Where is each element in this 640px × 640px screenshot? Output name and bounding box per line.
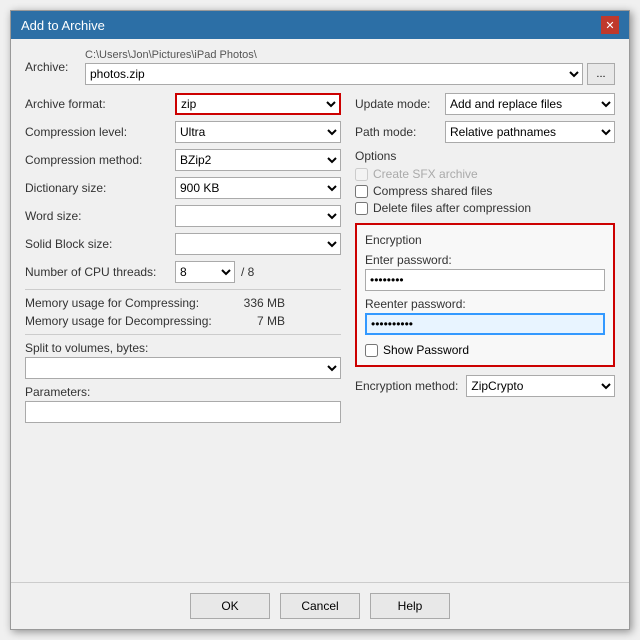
solid-size-row: Solid Block size: [25,233,341,255]
update-mode-select[interactable]: Add and replace files [445,93,615,115]
memory-compress-row: Memory usage for Compressing: 336 MB [25,296,341,310]
compress-shared-checkbox[interactable] [355,185,368,198]
split-row: Split to volumes, bytes: [25,341,341,379]
dict-size-row: Dictionary size: 900 KB [25,177,341,199]
threads-label: Number of CPU threads: [25,265,175,279]
left-panel: Archive format: zip Compression level: U… [25,93,341,423]
add-to-archive-dialog: Add to Archive ✕ Archive: C:\Users\Jon\P… [10,10,630,630]
close-button[interactable]: ✕ [601,16,619,34]
enter-pass-label: Enter password: [365,253,605,267]
reenter-pass-label: Reenter password: [365,297,605,311]
dialog-footer: OK Cancel Help [11,582,629,629]
params-label: Parameters: [25,385,341,399]
main-content: Archive format: zip Compression level: U… [25,93,615,423]
enter-pass-input[interactable] [365,269,605,291]
encryption-title: Encryption [365,233,605,247]
dict-size-select[interactable]: 900 KB [175,177,341,199]
options-group: Options Create SFX archive Compress shar… [355,149,615,215]
encryption-box: Encryption Enter password: Reenter passw… [355,223,615,367]
show-pass-row: Show Password [365,343,605,357]
archive-row: Archive: C:\Users\Jon\Pictures\iPad Phot… [25,49,615,85]
split-select[interactable] [25,357,341,379]
divider1 [25,289,341,290]
split-label: Split to volumes, bytes: [25,341,341,355]
solid-size-label: Solid Block size: [25,237,175,251]
threads-select[interactable]: 8 [175,261,235,283]
archive-browse-button[interactable]: ... [587,63,615,85]
update-mode-row: Update mode: Add and replace files [355,93,615,115]
compression-level-row: Compression level: Ultra [25,121,341,143]
archive-label: Archive: [25,60,85,74]
create-sfx-label: Create SFX archive [373,167,478,181]
memory-decompress-row: Memory usage for Decompressing: 7 MB [25,314,341,328]
path-mode-select[interactable]: Relative pathnames [445,121,615,143]
enc-method-select[interactable]: ZipCrypto [466,375,615,397]
memory-decompress-value: 7 MB [225,314,285,328]
create-sfx-option: Create SFX archive [355,167,615,181]
format-select[interactable]: zip [175,93,341,115]
divider2 [25,334,341,335]
delete-after-option: Delete files after compression [355,201,615,215]
format-label: Archive format: [25,97,175,111]
show-pass-label: Show Password [383,343,469,357]
cancel-button[interactable]: Cancel [280,593,360,619]
memory-compress-value: 336 MB [225,296,285,310]
ok-button[interactable]: OK [190,593,270,619]
threads-total: / 8 [241,265,254,279]
create-sfx-checkbox[interactable] [355,168,368,181]
compression-method-row: Compression method: BZip2 [25,149,341,171]
memory-compress-label: Memory usage for Compressing: [25,296,225,310]
archive-file-row: photos.zip ... [85,63,615,85]
format-row: Archive format: zip [25,93,341,115]
threads-row: Number of CPU threads: 8 / 8 [25,261,341,283]
word-size-row: Word size: [25,205,341,227]
path-mode-label: Path mode: [355,125,445,139]
compression-level-label: Compression level: [25,125,175,139]
help-button[interactable]: Help [370,593,450,619]
compression-method-select[interactable]: BZip2 [175,149,341,171]
delete-after-checkbox[interactable] [355,202,368,215]
dialog-title: Add to Archive [21,18,105,33]
word-size-label: Word size: [25,209,175,223]
right-panel: Update mode: Add and replace files Path … [355,93,615,423]
params-input[interactable] [25,401,341,423]
compress-shared-option: Compress shared files [355,184,615,198]
compression-level-select[interactable]: Ultra [175,121,341,143]
show-pass-checkbox[interactable] [365,344,378,357]
memory-decompress-label: Memory usage for Decompressing: [25,314,225,328]
solid-size-select[interactable] [175,233,341,255]
enc-method-label: Encryption method: [355,379,458,393]
archive-path: C:\Users\Jon\Pictures\iPad Photos\ [85,49,615,61]
archive-filename-select[interactable]: photos.zip [85,63,583,85]
title-bar: Add to Archive ✕ [11,11,629,39]
archive-right: C:\Users\Jon\Pictures\iPad Photos\ photo… [85,49,615,85]
update-mode-label: Update mode: [355,97,445,111]
word-size-select[interactable] [175,205,341,227]
params-section: Parameters: [25,385,341,423]
delete-after-label: Delete files after compression [373,201,531,215]
dialog-body: Archive: C:\Users\Jon\Pictures\iPad Phot… [11,39,629,582]
path-mode-row: Path mode: Relative pathnames [355,121,615,143]
reenter-pass-input[interactable] [365,313,605,335]
compression-method-label: Compression method: [25,153,175,167]
enc-method-row: Encryption method: ZipCrypto [355,375,615,397]
compress-shared-label: Compress shared files [373,184,492,198]
dict-size-label: Dictionary size: [25,181,175,195]
options-title: Options [355,149,615,163]
